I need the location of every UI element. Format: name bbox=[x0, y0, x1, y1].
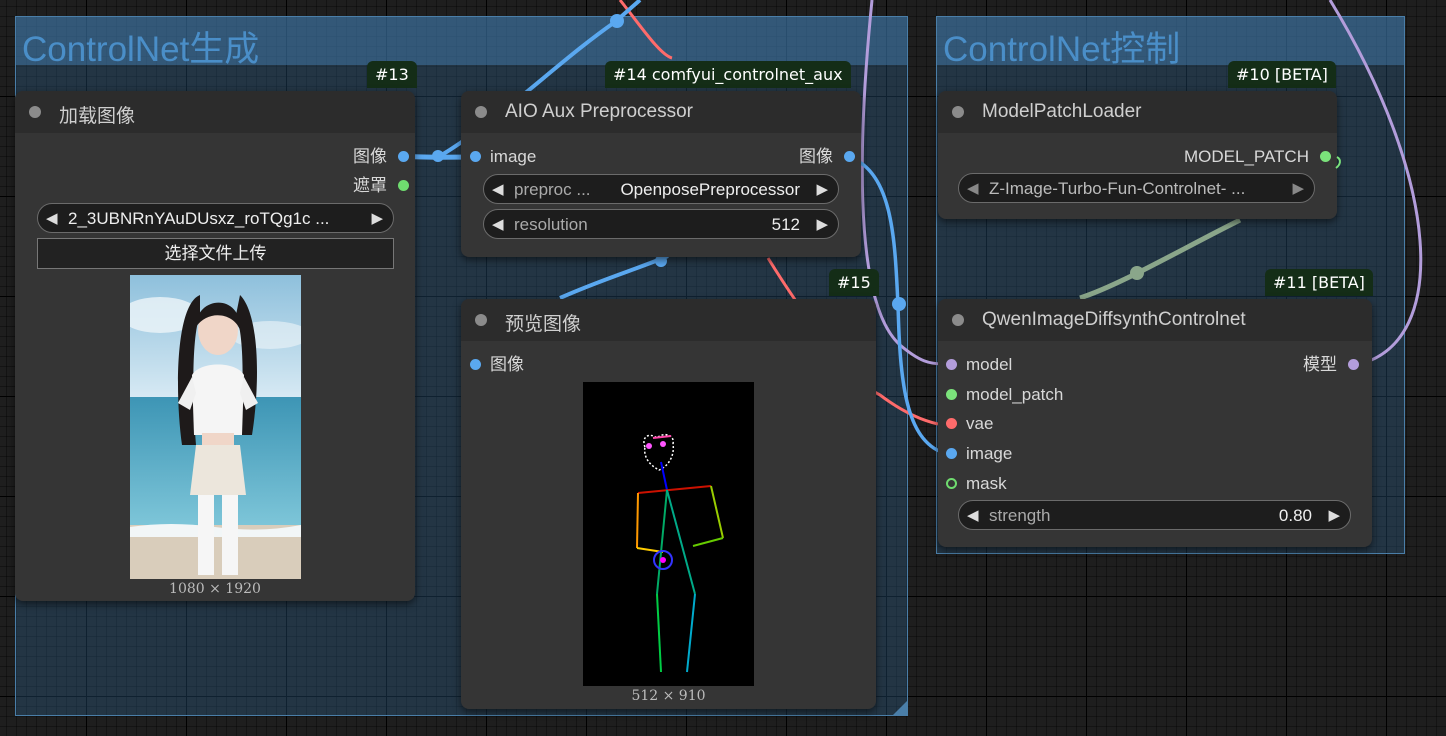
widget-value: OpenposePreprocessor bbox=[620, 180, 800, 199]
node-badge-13: #13 bbox=[367, 61, 417, 88]
input-image[interactable]: image bbox=[470, 147, 537, 167]
group-title: ControlNet控制 bbox=[943, 30, 1181, 69]
node-badge-14: #14 comfyui_controlnet_aux bbox=[605, 61, 851, 88]
arrow-right-icon[interactable]: ▶ bbox=[371, 209, 383, 227]
input-image[interactable]: image bbox=[946, 444, 1013, 464]
image-slot-dot-icon[interactable] bbox=[946, 448, 957, 459]
output-image[interactable]: 图像 bbox=[799, 147, 855, 167]
slot-label: image bbox=[966, 444, 1013, 463]
resolution-number[interactable]: ◀ resolution 512 ▶ bbox=[483, 209, 839, 239]
mask-slot-dot-icon[interactable] bbox=[398, 180, 409, 191]
node-title: QwenImageDiffsynthControlnet bbox=[982, 309, 1246, 330]
widget-value: 0.80 bbox=[1278, 506, 1312, 525]
slot-label: model bbox=[966, 355, 1013, 374]
image-size-caption: 512 × 910 bbox=[631, 688, 706, 704]
widget-value: 512 bbox=[771, 215, 800, 234]
node-badge-10: #10 [BETA] bbox=[1228, 61, 1336, 88]
output-model[interactable]: 模型 bbox=[1303, 355, 1359, 375]
slot-label: 模型 bbox=[1303, 355, 1337, 374]
patch-name-combo[interactable]: ◀ Z-Image-Turbo-Fun-Controlnet- ... ▶ bbox=[958, 173, 1315, 203]
model-slot-dot-icon[interactable] bbox=[946, 359, 957, 370]
node-title: AIO Aux Preprocessor bbox=[505, 101, 693, 122]
input-mask[interactable]: mask bbox=[946, 474, 1007, 494]
arrow-right-icon[interactable]: ▶ bbox=[1328, 506, 1340, 524]
slot-label: image bbox=[490, 147, 537, 166]
collapse-dot-icon[interactable] bbox=[475, 106, 487, 118]
node-title-bar[interactable]: AIO Aux Preprocessor bbox=[461, 91, 861, 133]
node-title-bar[interactable]: 加载图像 bbox=[15, 91, 415, 133]
arrow-right-icon[interactable]: ▶ bbox=[1292, 179, 1304, 197]
node-badge-15: #15 bbox=[829, 269, 879, 296]
node-badge-11: #11 [BETA] bbox=[1265, 269, 1373, 296]
slot-label: 图像 bbox=[353, 147, 387, 166]
image-slot-dot-icon[interactable] bbox=[844, 151, 855, 162]
output-model-patch[interactable]: MODEL_PATCH bbox=[1183, 147, 1331, 167]
image-size-caption: 1080 × 1920 bbox=[169, 581, 261, 597]
node-qwen-diffsynth-controlnet[interactable]: QwenImageDiffsynthControlnet model model… bbox=[938, 299, 1372, 547]
widget-value: Z-Image-Turbo-Fun-Controlnet- ... bbox=[989, 179, 1246, 198]
vae-slot-dot-icon[interactable] bbox=[946, 418, 957, 429]
input-vae[interactable]: vae bbox=[946, 414, 994, 434]
arrow-right-icon[interactable]: ▶ bbox=[816, 180, 828, 198]
node-aio-aux-preprocessor[interactable]: AIO Aux Preprocessor image 图像 ◀ preproc … bbox=[461, 91, 861, 257]
beach-photo-image bbox=[130, 275, 301, 579]
slot-label: 图像 bbox=[799, 147, 833, 166]
input-model-patch[interactable]: model_patch bbox=[946, 385, 1064, 405]
arrow-left-icon[interactable]: ◀ bbox=[46, 209, 58, 227]
node-model-patch-loader[interactable]: ModelPatchLoader MODEL_PATCH ◀ Z-Image-T… bbox=[938, 91, 1337, 219]
node-title-bar[interactable]: QwenImageDiffsynthControlnet bbox=[938, 299, 1372, 341]
image-slot-dot-icon[interactable] bbox=[398, 151, 409, 162]
slot-label: model_patch bbox=[966, 385, 1064, 404]
arrow-left-icon[interactable]: ◀ bbox=[492, 215, 504, 233]
slot-label: MODEL_PATCH bbox=[1183, 147, 1309, 166]
preview-photo bbox=[130, 275, 301, 579]
image-slot-dot-icon[interactable] bbox=[470, 151, 481, 162]
image-file-selector[interactable]: ◀ 2_3UBNRnYAuDUsxz_roTQg1c ... ▶ bbox=[37, 203, 394, 233]
widget-name: preproc ... bbox=[514, 180, 591, 199]
node-title: ModelPatchLoader bbox=[982, 101, 1142, 122]
slot-label: 遮罩 bbox=[353, 176, 387, 195]
model-patch-slot-dot-icon[interactable] bbox=[946, 389, 957, 400]
pose-preview-image bbox=[583, 382, 754, 686]
collapse-dot-icon[interactable] bbox=[952, 106, 964, 118]
node-title: 预览图像 bbox=[505, 314, 582, 335]
output-image[interactable]: 图像 bbox=[353, 147, 409, 167]
widget-name: strength bbox=[989, 506, 1051, 525]
mask-slot-ring-icon[interactable] bbox=[946, 478, 957, 489]
slot-label: 图像 bbox=[490, 355, 524, 374]
image-slot-dot-icon[interactable] bbox=[470, 359, 481, 370]
group-header[interactable]: ControlNet生成 bbox=[16, 17, 907, 69]
arrow-left-icon[interactable]: ◀ bbox=[967, 506, 979, 524]
group-resize-handle[interactable] bbox=[893, 701, 907, 715]
upload-button[interactable]: 选择文件上传 bbox=[37, 238, 394, 269]
node-title-bar[interactable]: ModelPatchLoader bbox=[938, 91, 1337, 133]
node-load-image[interactable]: 加载图像 图像 遮罩 ◀ 2_3UBNRnYAuDUsxz_roTQg1c ..… bbox=[15, 91, 415, 601]
input-image[interactable]: 图像 bbox=[470, 355, 524, 375]
image-file-value: 2_3UBNRnYAuDUsxz_roTQg1c ... bbox=[68, 209, 330, 228]
collapse-dot-icon[interactable] bbox=[952, 314, 964, 326]
widget-name: resolution bbox=[514, 215, 588, 234]
collapse-dot-icon[interactable] bbox=[29, 106, 41, 118]
node-preview-image[interactable]: 预览图像 图像 512 × 910 bbox=[461, 299, 876, 709]
preprocessor-combo[interactable]: ◀ preproc ... OpenposePreprocessor ▶ bbox=[483, 174, 839, 204]
arrow-left-icon[interactable]: ◀ bbox=[492, 180, 504, 198]
node-title-bar[interactable]: 预览图像 bbox=[461, 299, 876, 341]
output-mask[interactable]: 遮罩 bbox=[353, 176, 409, 196]
input-model[interactable]: model bbox=[946, 355, 1013, 375]
arrow-right-icon[interactable]: ▶ bbox=[816, 215, 828, 233]
slot-label: mask bbox=[966, 474, 1007, 493]
model-slot-dot-icon[interactable] bbox=[1348, 359, 1359, 370]
collapse-dot-icon[interactable] bbox=[475, 314, 487, 326]
arrow-left-icon[interactable]: ◀ bbox=[967, 179, 979, 197]
model-patch-slot-dot-icon[interactable] bbox=[1320, 151, 1331, 162]
strength-slider[interactable]: ◀ strength 0.80 ▶ bbox=[958, 500, 1351, 530]
node-title: 加载图像 bbox=[59, 106, 136, 127]
openpose-skeleton-image bbox=[636, 433, 724, 673]
group-header[interactable]: ControlNet控制 bbox=[937, 17, 1404, 69]
group-title: ControlNet生成 bbox=[22, 30, 260, 69]
slot-label: vae bbox=[966, 414, 994, 433]
